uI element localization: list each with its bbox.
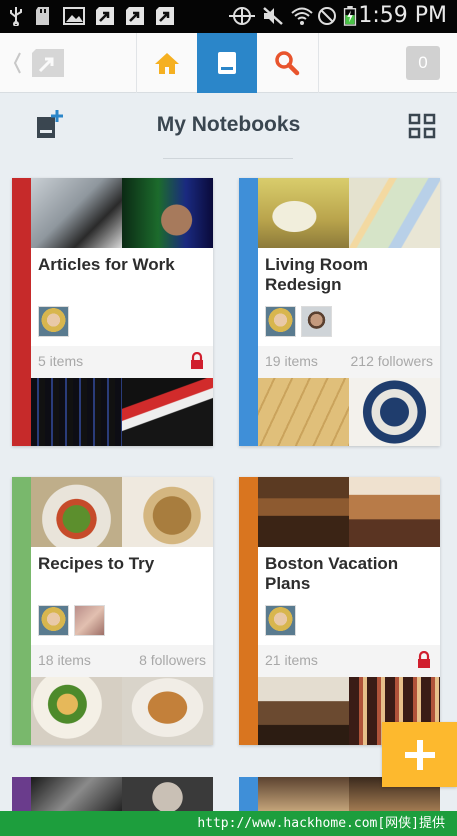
notebook-thumbnails [31, 178, 213, 248]
rotation-icon [229, 7, 255, 25]
notebook-color-stripe [239, 477, 258, 745]
item-count: 19 items [265, 353, 318, 369]
thumbnail-image [122, 178, 213, 248]
thumbnail-image [258, 677, 349, 745]
thumbnail-image [122, 477, 213, 547]
thumbnail-image [122, 777, 213, 811]
notebook-card[interactable]: Boston Vacation Plans 21 items [239, 477, 440, 745]
notebook-meta: 5 items [31, 346, 213, 378]
notebook-color-stripe [12, 178, 31, 446]
avatar [38, 306, 69, 337]
avatar [265, 306, 296, 337]
notebook-thumbnails [258, 477, 440, 547]
status-bar: 1:59 PM [0, 0, 457, 33]
no-signal-icon [318, 7, 336, 25]
member-avatars [38, 605, 105, 636]
notebook-color-stripe [12, 777, 31, 811]
notebook-title: Living Room Redesign [265, 255, 368, 294]
notebook-preview-image [258, 378, 440, 446]
thumbnail-image [122, 677, 213, 745]
search-icon [275, 51, 300, 76]
home-icon [155, 53, 179, 74]
thumbnail-image [31, 178, 122, 248]
thumbnail-image [349, 477, 440, 547]
thumbnail-image [31, 777, 122, 811]
tab-notebooks[interactable] [197, 33, 257, 93]
clock: 1:59 PM [358, 3, 447, 28]
item-count: 5 items [38, 353, 84, 369]
thumbnail-image [258, 477, 349, 547]
thumbnail-image [258, 378, 349, 446]
notebook-color-stripe [239, 178, 258, 446]
battery-charging-icon [343, 6, 357, 26]
notebook-card[interactable]: Living Room Redesign 19 items 212 follow… [239, 178, 440, 446]
sd-card-icon [36, 7, 49, 25]
tab-search[interactable] [257, 33, 317, 93]
notebook-preview-image [31, 378, 213, 446]
image-icon [63, 7, 85, 25]
avatar [301, 306, 332, 337]
page-title: My Notebooks [156, 113, 301, 136]
add-notebook-button[interactable] [382, 722, 457, 787]
lock-icon [191, 352, 203, 369]
avatar [265, 605, 296, 636]
notebook-color-stripe [239, 777, 258, 811]
divider [318, 33, 319, 93]
member-avatars [265, 605, 296, 636]
notebook-meta: 19 items 212 followers [258, 346, 440, 378]
follower-count: 212 followers [350, 353, 434, 369]
notification-count-badge[interactable]: 0 [406, 46, 440, 80]
notebook-card[interactable]: Recipes to Try 18 items 8 followers [12, 477, 213, 745]
evernote-clipper-icon [96, 7, 114, 25]
thumbnail-image [31, 477, 122, 547]
member-avatars [265, 306, 332, 337]
thumbnail-image [31, 677, 122, 745]
thumbnail-image [31, 378, 122, 446]
member-avatars [38, 306, 69, 337]
avatar [74, 605, 105, 636]
tab-home[interactable] [137, 33, 197, 93]
notebook-meta: 21 items [258, 645, 440, 677]
notebook-color-stripe [12, 477, 31, 745]
follower-count: 8 followers [139, 652, 206, 668]
notebook-title: Boston Vacation Plans [265, 554, 399, 593]
grid-view-icon[interactable] [408, 113, 436, 139]
notebook-title: Recipes to Try [38, 554, 155, 573]
wifi-icon [291, 7, 313, 25]
top-navigation-bar: 0 [0, 33, 457, 93]
back-chevron-icon[interactable] [10, 45, 70, 81]
notebook-card[interactable] [12, 777, 213, 811]
notebook-title: Articles for Work [38, 255, 175, 274]
notebook-icon [218, 52, 236, 74]
thumbnail-image [349, 378, 440, 446]
evernote-clipper-icon [126, 7, 144, 25]
thumbnail-image [258, 178, 349, 248]
usb-icon [10, 7, 22, 26]
notebook-preview-image [31, 677, 213, 745]
title-underline [163, 158, 293, 159]
notebook-card[interactable]: Articles for Work 5 items [12, 178, 213, 446]
mute-icon [263, 7, 283, 25]
thumbnail-image [122, 378, 213, 446]
evernote-clipper-icon [156, 7, 174, 25]
notebook-thumbnails [258, 178, 440, 248]
plus-icon [404, 739, 435, 770]
avatar [38, 605, 69, 636]
notebook-thumbnails [31, 477, 213, 547]
watermark-banner: http://www.hackhome.com[网侠]提供 [0, 811, 457, 836]
thumbnail-image [349, 178, 440, 248]
notebook-meta: 18 items 8 followers [31, 645, 213, 677]
item-count: 21 items [265, 652, 318, 668]
page-header: My Notebooks [0, 93, 457, 163]
item-count: 18 items [38, 652, 91, 668]
thumbnail-image [258, 777, 349, 811]
lock-icon [418, 651, 430, 668]
